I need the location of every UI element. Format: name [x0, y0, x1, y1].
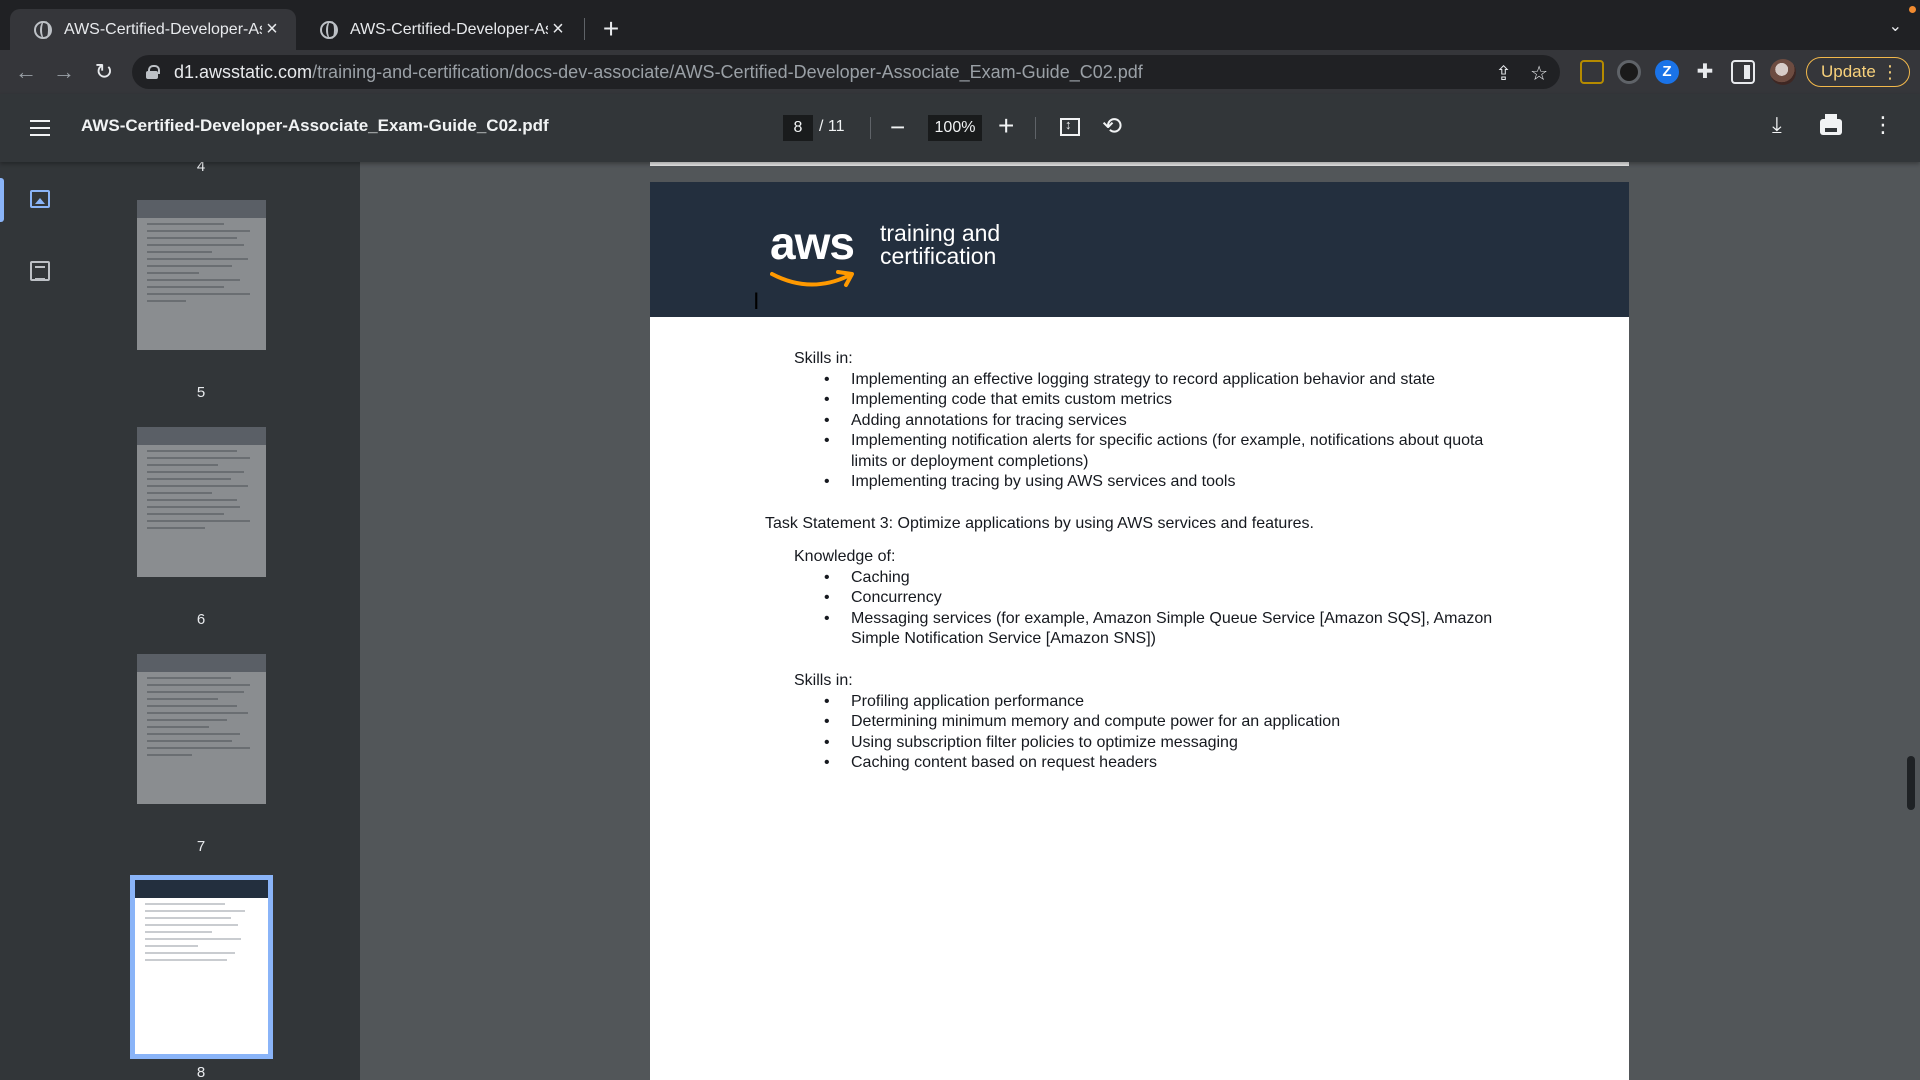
url-text[interactable]: d1.awsstatic.com/training-and-certificat… — [174, 62, 1143, 83]
toolbar-divider — [1035, 117, 1036, 139]
print-icon[interactable] — [1820, 114, 1842, 135]
pdf-page: aws training and certification Skills in… — [650, 182, 1629, 1080]
zoom-input[interactable]: 100% — [928, 115, 982, 141]
close-tab-icon[interactable]: × — [262, 18, 282, 41]
tab-divider — [584, 18, 585, 40]
outline-view-icon[interactable] — [30, 261, 50, 281]
tagline-line-1: training and — [880, 220, 1001, 246]
thumbnail-page-label: 7 — [196, 838, 206, 855]
pdf-title: AWS-Certified-Developer-Associate_Exam-G… — [81, 116, 549, 135]
zoom-in-button[interactable]: + — [998, 110, 1014, 142]
globe-icon — [320, 20, 338, 39]
skills-section-1: Skills in: Implementing an effective log… — [794, 349, 1514, 493]
page-thumbnail-7[interactable] — [137, 654, 266, 804]
toolbar-divider — [870, 117, 871, 139]
aws-header-banner: aws training and certification — [650, 182, 1629, 317]
knowledge-heading: Knowledge of: — [794, 548, 896, 565]
page-thumbnail-8-current[interactable] — [130, 875, 273, 1059]
fit-to-page-icon[interactable] — [1060, 117, 1080, 136]
browser-toolbar: ← → ↻ d1.awsstatic.com/training-and-cert… — [0, 50, 1920, 94]
update-label: Update — [1821, 62, 1876, 81]
thumbnail-page-label: 6 — [196, 611, 206, 628]
extension-z-icon[interactable]: Z — [1655, 60, 1679, 84]
active-view-indicator — [0, 178, 4, 222]
list-item: Using subscription filter policies to op… — [794, 733, 1514, 754]
list-item: Determining minimum memory and compute p… — [794, 712, 1514, 733]
list-item: Implementing code that emits custom metr… — [794, 390, 1514, 411]
pdf-toolbar: AWS-Certified-Developer-Associate_Exam-G… — [0, 94, 1920, 162]
skills-section-2: Skills in: Profiling application perform… — [794, 671, 1514, 774]
skills-heading: Skills in: — [794, 672, 853, 689]
previous-page-edge — [650, 162, 1629, 166]
tagline-line-2: certification — [880, 243, 997, 269]
url-path: /training-and-certification/docs-dev-ass… — [312, 61, 1143, 82]
zoom-out-button[interactable]: − — [890, 112, 905, 143]
chrome-menu-icon[interactable]: ⋮ — [1881, 62, 1899, 83]
thumbnail-page-label: 5 — [196, 384, 206, 401]
list-item: Adding annotations for tracing services — [794, 411, 1514, 432]
share-icon[interactable]: ⇪ — [1495, 61, 1512, 86]
tab-strip: AWS-Certified-Developer-Associate_Exam-G… — [0, 0, 1920, 50]
skills-list-2: Profiling application performance Determ… — [794, 692, 1514, 774]
task-statement: Task Statement 3: Optimize applications … — [765, 515, 1314, 532]
list-item: Implementing tracing by using AWS servic… — [794, 472, 1514, 493]
download-icon[interactable]: ⤓ — [1772, 112, 1782, 138]
extension-clipboard-icon[interactable] — [1580, 60, 1604, 84]
address-bar[interactable]: d1.awsstatic.com/training-and-certificat… — [132, 55, 1560, 89]
forward-arrow-icon[interactable]: → — [50, 58, 78, 86]
thumbnail-page-label: 8 — [196, 1064, 206, 1080]
extension-circle-icon[interactable] — [1617, 60, 1641, 84]
thumbnails-view-icon[interactable] — [30, 190, 50, 208]
update-button[interactable]: Update ⋮ — [1806, 57, 1910, 87]
thumbnail-page-label: 4 — [196, 162, 206, 175]
page-thumbnail-6[interactable] — [137, 427, 266, 577]
list-item: Implementing an effective logging strate… — [794, 370, 1514, 391]
tab-title: AWS-Certified-Developer-Associate_Exam-G… — [64, 20, 262, 38]
globe-icon — [34, 20, 52, 39]
bookmark-star-icon[interactable]: ☆ — [1530, 61, 1548, 86]
list-item: Caching — [794, 568, 1514, 589]
profile-avatar[interactable] — [1770, 59, 1796, 85]
pdf-viewer[interactable]: aws training and certification Skills in… — [360, 162, 1920, 1080]
tab-search-chevron-icon[interactable]: ⌄ — [1889, 16, 1902, 36]
lock-icon[interactable] — [146, 65, 160, 79]
viewer-scrollbar-thumb[interactable] — [1907, 756, 1915, 810]
aws-tagline: training and certification — [880, 222, 1000, 268]
new-tab-button[interactable]: + — [596, 14, 626, 44]
hamburger-menu-icon[interactable] — [30, 120, 50, 136]
reload-icon[interactable]: ↻ — [90, 58, 118, 86]
back-arrow-icon[interactable]: ← — [12, 58, 40, 86]
skills-heading: Skills in: — [794, 350, 853, 367]
rotate-icon[interactable]: ⟲ — [1102, 112, 1122, 141]
side-panel-icon[interactable] — [1731, 60, 1755, 84]
thumbnail-sidebar: 4 5 6 7 8 — [0, 162, 360, 1080]
tab-title: AWS-Certified-Developer-Associate_Exam-G… — [350, 20, 548, 38]
list-item: Implementing notification alerts for spe… — [794, 431, 1514, 472]
aws-smile-logo-icon — [770, 270, 854, 287]
aws-logo-text: aws — [770, 217, 855, 269]
url-host: d1.awsstatic.com — [174, 61, 313, 82]
skills-list-1: Implementing an effective logging strate… — [794, 370, 1514, 493]
knowledge-section: Knowledge of: Caching Concurrency Messag… — [794, 547, 1514, 650]
notification-dot — [1909, 6, 1916, 13]
tab-active[interactable]: AWS-Certified-Developer-Associate_Exam-G… — [10, 9, 296, 50]
page-total: / 11 — [819, 118, 845, 135]
list-item: Caching content based on request headers — [794, 753, 1514, 774]
close-tab-icon[interactable]: × — [548, 18, 568, 41]
tab-inactive[interactable]: AWS-Certified-Developer-Associate_Exam-G… — [296, 9, 582, 50]
list-item: Profiling application performance — [794, 692, 1514, 713]
list-item: Messaging services (for example, Amazon … — [794, 609, 1514, 650]
page-thumbnail-5[interactable] — [137, 200, 266, 350]
list-item: Concurrency — [794, 588, 1514, 609]
text-cursor-icon: I — [753, 290, 760, 315]
more-options-icon[interactable]: ⋮ — [1872, 112, 1894, 138]
knowledge-list: Caching Concurrency Messaging services (… — [794, 568, 1514, 650]
page-number-input[interactable]: 8 — [783, 115, 813, 141]
extensions-puzzle-icon[interactable]: ✚ — [1693, 60, 1717, 84]
